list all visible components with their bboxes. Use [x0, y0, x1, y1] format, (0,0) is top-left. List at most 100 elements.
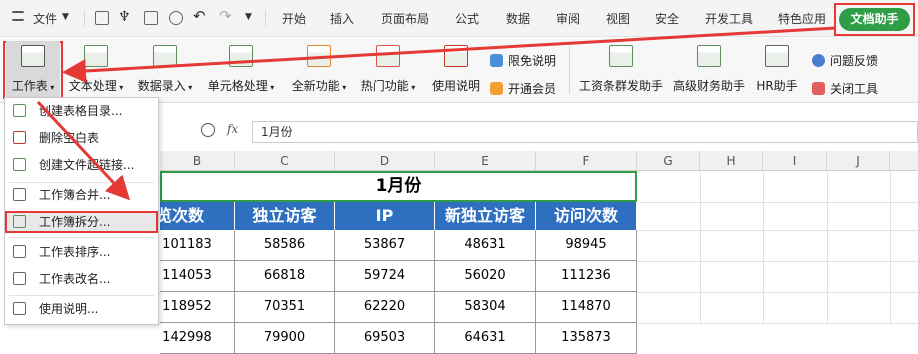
cell-processing-icon — [229, 45, 253, 67]
table-cell[interactable]: 64631 — [435, 323, 536, 354]
column-header[interactable]: H — [700, 151, 763, 171]
column-header[interactable]: C — [235, 151, 335, 171]
table-cell[interactable]: 53867 — [335, 230, 435, 261]
table-cell[interactable]: 114053 — [160, 261, 235, 292]
free-description-link[interactable]: 限免说明 — [490, 52, 556, 69]
table-cell[interactable]: 101183 — [160, 230, 235, 261]
table-cell[interactable]: 66818 — [235, 261, 335, 292]
column-headers: B C D E F G H I J — [160, 151, 918, 171]
table-cell[interactable]: 142998 — [160, 323, 235, 354]
formula-input[interactable]: 1月份 — [252, 121, 918, 143]
data-entry-icon — [153, 45, 177, 67]
column-header[interactable]: J — [827, 151, 890, 171]
table-cell[interactable]: 111236 — [536, 261, 637, 292]
close-tool-link[interactable]: 关闭工具 — [812, 80, 878, 97]
open-member-link[interactable]: 开通会员 — [490, 80, 556, 97]
table-cell[interactable]: 58586 — [235, 230, 335, 261]
table-cell[interactable]: 69503 — [335, 323, 435, 354]
redo-icon[interactable]: ↷ — [219, 7, 232, 25]
menu-icon[interactable] — [12, 11, 24, 21]
finance-helper-button[interactable]: 高级财务助手 — [670, 41, 748, 99]
column-header[interactable]: I — [763, 151, 827, 171]
feedback-link[interactable]: 问题反馈 — [812, 52, 878, 69]
table-cell[interactable]: 59724 — [335, 261, 435, 292]
menu-item-create-toc[interactable]: 创建表格目录... — [5, 100, 158, 122]
menu-item-merge-workbook[interactable]: 工作簿合并... — [5, 184, 158, 206]
tab-developer[interactable]: 开发工具 — [705, 10, 753, 27]
table-cell[interactable]: 135873 — [536, 323, 637, 354]
cell-processing-button[interactable]: 单元格处理 ▾ — [204, 41, 278, 99]
fx-icon[interactable]: fx — [227, 122, 238, 136]
worksheet-icon — [21, 45, 45, 67]
sheet-title-cell[interactable]: 1月份 — [160, 171, 637, 202]
column-header[interactable]: E — [435, 151, 536, 171]
table-header[interactable]: IP — [335, 202, 435, 230]
more-quick-icon[interactable]: ▼ — [245, 12, 252, 22]
print-icon[interactable] — [144, 11, 158, 25]
formula-bar: fx 1月份 — [160, 114, 918, 146]
pin-icon[interactable]: ♆ — [118, 9, 131, 25]
tab-doc-helper[interactable]: 文档助手 — [839, 8, 910, 31]
menu-item-rename-sheets[interactable]: 工作表改名... — [5, 268, 158, 290]
table-cell[interactable]: 62220 — [335, 292, 435, 323]
column-header[interactable]: B — [160, 151, 235, 171]
table-cell[interactable]: 70351 — [235, 292, 335, 323]
tab-insert[interactable]: 插入 — [330, 10, 354, 27]
table-cell[interactable]: 56020 — [435, 261, 536, 292]
data-entry-button[interactable]: 数据录入 ▾ — [134, 41, 196, 99]
menu-bar: 文件 ▼ ♆ ↶ ↷ ▼ 开始 插入 页面布局 公式 数据 审阅 视图 安全 开… — [0, 0, 918, 37]
hot-features-icon — [376, 45, 400, 67]
worksheet-dropdown: 创建表格目录... 删除空白表 创建文件超链接... 工作簿合并... 工作簿拆… — [4, 97, 159, 325]
salary-helper-icon — [609, 45, 633, 67]
instructions-icon — [444, 45, 468, 67]
menu-item-create-hyperlink[interactable]: 创建文件超链接... — [5, 154, 158, 176]
file-dropdown-icon[interactable]: ▼ — [62, 12, 69, 22]
table-cell[interactable]: 48631 — [435, 230, 536, 261]
tab-data[interactable]: 数据 — [506, 10, 530, 27]
salary-helper-button[interactable]: 工资条群发助手 — [576, 41, 666, 99]
table-cell[interactable]: 58304 — [435, 292, 536, 323]
menu-item-split-workbook[interactable]: 工作簿拆分... — [5, 211, 158, 233]
hr-helper-button[interactable]: HR助手 — [753, 41, 801, 99]
menu-item-sort-sheets[interactable]: 工作表排序... — [5, 241, 158, 263]
close-icon — [812, 82, 825, 95]
table-cell[interactable]: 79900 — [235, 323, 335, 354]
table-header[interactable]: 独立访客 — [235, 202, 335, 230]
table-header[interactable]: 访问次数 — [536, 202, 637, 230]
tab-review[interactable]: 审阅 — [556, 10, 580, 27]
delete-sheet-icon — [13, 131, 26, 144]
instructions-button[interactable]: 使用说明 — [428, 41, 484, 99]
table-cell[interactable]: 114870 — [536, 292, 637, 323]
save-icon[interactable] — [95, 11, 109, 25]
new-features-icon — [307, 45, 331, 67]
tab-start[interactable]: 开始 — [282, 10, 306, 27]
tab-page-layout[interactable]: 页面布局 — [381, 10, 429, 27]
tab-security[interactable]: 安全 — [655, 10, 679, 27]
sort-icon — [13, 245, 26, 258]
column-header[interactable]: G — [637, 151, 700, 171]
ribbon: 工作表 ▾ 文本处理 ▾ 数据录入 ▾ 单元格处理 ▾ 全新功能 ▾ 热门功能 … — [0, 38, 918, 103]
table-header[interactable]: 浏览次数 — [160, 202, 235, 230]
column-header[interactable]: F — [536, 151, 637, 171]
undo-icon[interactable]: ↶ — [193, 7, 206, 25]
tag-icon — [490, 54, 503, 67]
menu-item-instructions[interactable]: 使用说明... — [5, 298, 158, 320]
table-header[interactable]: 新独立访客 — [435, 202, 536, 230]
tab-view[interactable]: 视图 — [606, 10, 630, 27]
menu-item-delete-blank[interactable]: 删除空白表 — [5, 127, 158, 149]
new-features-button[interactable]: 全新功能 ▾ — [288, 41, 350, 99]
column-header[interactable]: D — [335, 151, 435, 171]
hot-features-button[interactable]: 热门功能 ▾ — [357, 41, 419, 99]
table-cell[interactable]: 118952 — [160, 292, 235, 323]
question-icon — [812, 54, 825, 67]
table-cell[interactable]: 98945 — [536, 230, 637, 261]
tab-special-apps[interactable]: 特色应用 — [778, 10, 826, 27]
tab-formula[interactable]: 公式 — [455, 10, 479, 27]
worksheet-button[interactable]: 工作表 ▾ — [6, 41, 60, 99]
text-processing-button[interactable]: 文本处理 ▾ — [66, 41, 126, 99]
zoom-icon[interactable] — [201, 123, 215, 137]
text-processing-icon — [84, 45, 108, 67]
file-menu[interactable]: 文件 — [33, 10, 57, 27]
crown-icon — [490, 82, 503, 95]
print-preview-icon[interactable] — [169, 11, 183, 25]
